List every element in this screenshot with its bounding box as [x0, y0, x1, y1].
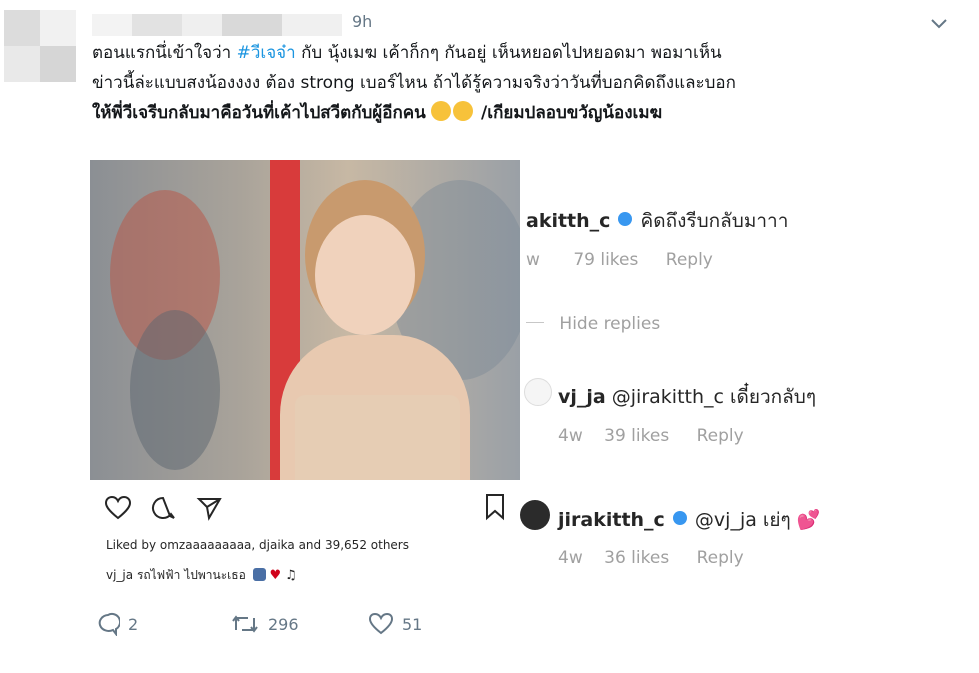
- embedded-photo[interactable]: [90, 160, 520, 480]
- like-count: 51: [402, 614, 423, 634]
- comment-3-meta: 4w 36 likes Reply: [558, 548, 744, 568]
- likes-count[interactable]: 39 likes: [604, 426, 669, 446]
- comment-icon[interactable]: [150, 495, 176, 521]
- comment-username[interactable]: vj_ja: [558, 386, 606, 408]
- pink-hearts-icon: 💕: [796, 509, 821, 531]
- chevron-down-icon[interactable]: [928, 14, 950, 32]
- reply-button[interactable]: 2: [96, 612, 138, 636]
- like-button[interactable]: 51: [368, 612, 422, 636]
- verified-badge-icon: [672, 511, 687, 525]
- hashtag-link[interactable]: #วีเจจ๋า: [237, 43, 296, 63]
- heart-icon: [368, 612, 394, 636]
- avatar[interactable]: [520, 500, 550, 530]
- reply-link[interactable]: Reply: [697, 548, 744, 568]
- comment-username[interactable]: jirakitth_c: [558, 509, 665, 531]
- crying-emoji-icon: [453, 101, 474, 121]
- crying-emoji-icon: [431, 101, 452, 121]
- share-icon[interactable]: [196, 495, 222, 521]
- display-name-redacted[interactable]: [92, 14, 342, 36]
- train-emoji-icon: [252, 568, 266, 581]
- hide-replies[interactable]: Hide replies: [526, 314, 660, 334]
- tweet-timestamp[interactable]: 9h: [352, 12, 372, 31]
- bookmark-icon[interactable]: [484, 493, 506, 521]
- comment-2: vj_ja @jirakitth_c เดี๋ยวกลับๆ: [558, 386, 817, 408]
- tweet-actions: 2 296 51: [96, 612, 496, 642]
- retweet-button[interactable]: 296: [230, 612, 299, 636]
- comment-username[interactable]: akitth_c: [526, 210, 610, 232]
- likes-count[interactable]: 36 likes: [604, 548, 669, 568]
- post-caption: vj_ja รถไฟฟ้า ไปพานะเธอ ♥ ♫: [106, 568, 297, 583]
- liked-by-text[interactable]: Liked by omzaaaaaaaaa, djaika and 39,652…: [106, 538, 409, 552]
- avatar[interactable]: [524, 378, 552, 406]
- likes-count[interactable]: 79 likes: [573, 250, 638, 270]
- comment-1-meta: w 79 likes Reply: [526, 250, 713, 270]
- music-note-icon: ♫: [284, 568, 297, 583]
- tweet-text: ตอนแรกนึ่เข้าใจว่า #วีเจจ๋า กับ นุ้งเมฆ …: [92, 43, 736, 123]
- reply-link[interactable]: Reply: [666, 250, 713, 270]
- reply-link[interactable]: Reply: [697, 426, 744, 446]
- instagram-actions: [104, 493, 514, 525]
- avatar[interactable]: [4, 10, 76, 82]
- comment-2-meta: 4w 39 likes Reply: [558, 426, 744, 446]
- reply-icon: [96, 612, 120, 636]
- reply-count: 2: [128, 614, 139, 634]
- heart-icon[interactable]: [104, 495, 132, 521]
- retweet-count: 296: [268, 614, 299, 634]
- retweet-icon: [230, 612, 260, 636]
- comment-1: akitth_c คิดถึงรีบกลับมาาา: [526, 210, 789, 232]
- red-heart-icon: ♥: [269, 568, 282, 583]
- verified-badge-icon: [618, 212, 633, 226]
- comment-3: jirakitth_c @vj_ja เย่ๆ 💕: [558, 509, 821, 531]
